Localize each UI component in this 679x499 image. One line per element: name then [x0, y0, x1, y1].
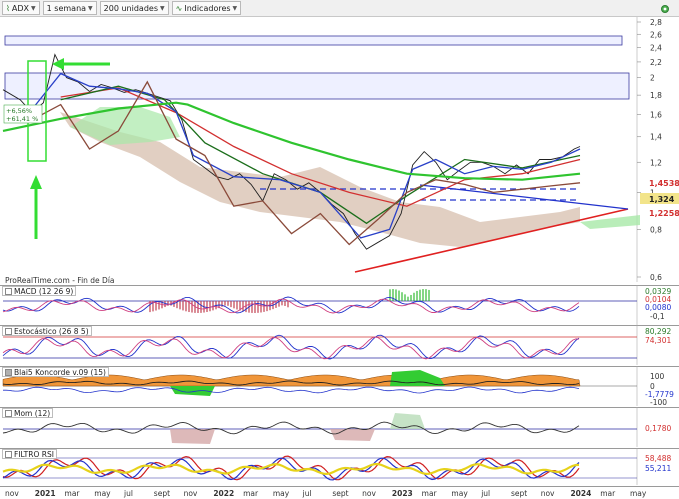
rsi-value-1: 58,488 [645, 454, 671, 463]
y-tick-label: 0,8 [650, 225, 662, 234]
rsi-title[interactable]: FILTRO RSI [2, 449, 57, 459]
y-tick-label: 1,6 [650, 111, 662, 120]
y-tick-label: 0,6 [650, 273, 662, 282]
chevron-down-icon: ▼ [88, 4, 93, 12]
macd-value-3: 0,0080 [645, 303, 671, 312]
panel-swatch [5, 287, 12, 295]
resistance-zone-upper [4, 35, 623, 46]
koncorde-tick-3: -100 [650, 398, 667, 406]
x-tick-label: may [630, 489, 647, 498]
koncorde-value: -1,7779 [645, 390, 674, 399]
momentum-value: 0,1780 [645, 424, 671, 433]
x-tick-label: 2023 [392, 489, 413, 498]
x-axis: nov 2021 mar may jul sept nov 2022 mar may jul sept… [0, 486, 679, 498]
x-tick-label: mar [243, 489, 259, 498]
x-tick-label: 2022 [213, 489, 234, 498]
rsi-panel[interactable]: 58,48855,211 [0, 448, 679, 485]
x-tick-label: sept [511, 489, 527, 498]
chevron-down-icon: ▼ [31, 4, 36, 12]
x-tick-label: 2024 [570, 489, 591, 498]
y-tick-label: 1,4 [650, 133, 662, 142]
indicators-icon: ∿ [175, 3, 183, 13]
x-tick-label: nov [362, 489, 376, 498]
momentum-negative-area [170, 429, 215, 444]
x-tick-label: mar [65, 489, 81, 498]
koncorde-tick-1: 100 [650, 372, 665, 381]
panel-background [0, 285, 679, 325]
y-tick-label: 2,2 [650, 58, 662, 67]
y-tick-label: 2,4 [650, 44, 662, 53]
x-tick-label: may [94, 489, 111, 498]
panel-swatch [5, 450, 12, 458]
x-tick-label: jul [480, 489, 490, 498]
price-label-lower: 1,2258 [649, 209, 679, 218]
chart-toolbar: ⌇ ADX ▼ 1 semana ▼ 200 unidades ▼ ∿ Indicador… [0, 0, 679, 17]
x-tick-label: jul [123, 489, 133, 498]
chart-background [0, 17, 679, 282]
koncorde-title[interactable]: Blai5 Koncorde v.09 (15) [2, 367, 109, 377]
stochastic-title[interactable]: Estocástico (26 8 5) [2, 326, 92, 336]
x-tick-label: 2021 [35, 489, 56, 498]
stochastic-panel[interactable]: 80,29274,301 [0, 325, 679, 365]
panel-swatch [5, 368, 12, 376]
units-selector[interactable]: 200 unidades ▼ [99, 1, 169, 15]
stoch-value-2: 74,301 [645, 336, 671, 345]
x-tick-label: may [451, 489, 468, 498]
symbol-selector[interactable]: ⌇ ADX ▼ [2, 1, 40, 15]
momentum-negative-area-2 [330, 429, 375, 441]
macd-title[interactable]: MACD (12 26 9) [2, 286, 77, 296]
indicators-button[interactable]: ∿ Indicadores ▼ [171, 1, 242, 15]
y-tick-label: 1,8 [650, 91, 662, 100]
gain-label: +6,56% [6, 107, 32, 115]
y-tick-label: 2 [650, 74, 655, 83]
panel-background [0, 325, 679, 365]
gain-label-2: +61,41 % [6, 115, 38, 123]
x-tick-label: nov [5, 489, 19, 498]
x-tick-label: may [273, 489, 290, 498]
x-tick-label: nov [184, 489, 198, 498]
panel-swatch [5, 409, 12, 417]
y-tick-label: 2,6 [650, 30, 662, 39]
x-tick-label: nov [541, 489, 555, 498]
panel-swatch [5, 327, 12, 335]
settings-icon[interactable] [659, 3, 671, 15]
y-tick-label: 1,2 [650, 158, 662, 167]
momentum-title[interactable]: Mom (12) [2, 408, 54, 418]
x-tick-label: sept [332, 489, 348, 498]
price-label-upper: 1,4538 [649, 179, 679, 188]
x-tick-label: mar [422, 489, 438, 498]
watermark: ProRealTime.com - Fin de Día [5, 276, 115, 285]
price-label-last: 1,324 [649, 195, 675, 204]
momentum-panel[interactable]: 0,1780 [0, 407, 679, 447]
x-tick-label: sept [154, 489, 170, 498]
y-tick-label: 2,8 [650, 18, 662, 27]
period-selector[interactable]: 1 semana ▼ [42, 1, 97, 15]
stoch-value-1: 80,292 [645, 327, 671, 336]
chevron-down-icon: ▼ [160, 4, 165, 12]
x-tick-label: mar [600, 489, 616, 498]
macd-panel[interactable]: 0,03290,01040,0080-0,1 [0, 285, 679, 325]
chart-type-icon: ⌇ [6, 3, 10, 13]
x-tick-label: jul [302, 489, 312, 498]
macd-tick: -0,1 [650, 312, 665, 321]
chevron-down-icon: ▼ [232, 4, 238, 12]
rsi-value-2: 55,211 [645, 464, 671, 473]
price-chart[interactable]: 2,82,62,42,221,81,61,41,210,80,6+6,56%+6… [0, 17, 679, 282]
